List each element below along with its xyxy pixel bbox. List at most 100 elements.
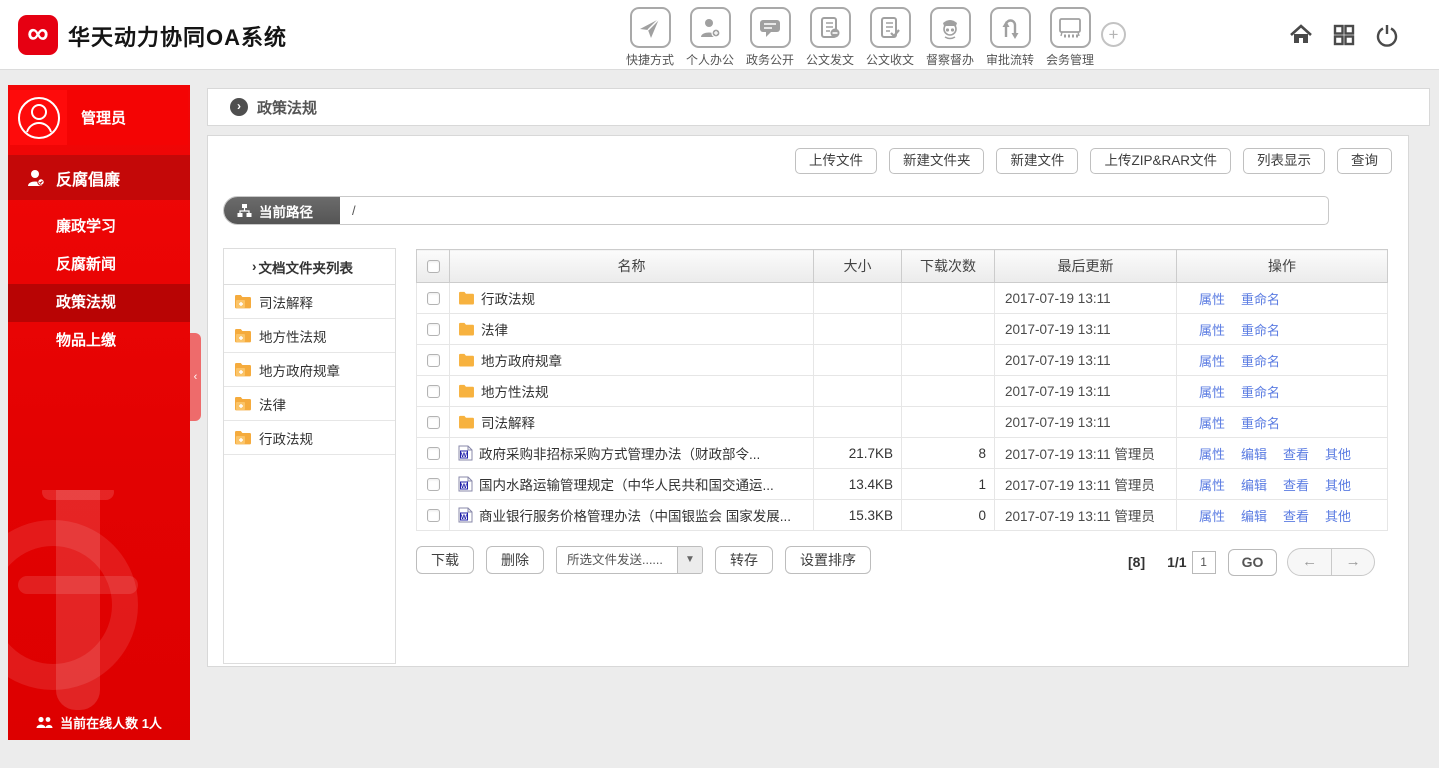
page-arrows: ← → bbox=[1287, 548, 1375, 576]
svg-text:W: W bbox=[461, 514, 468, 521]
apps-grid-icon[interactable] bbox=[1332, 23, 1356, 47]
op-properties[interactable]: 属性 bbox=[1199, 509, 1225, 524]
page-number-input[interactable] bbox=[1192, 551, 1216, 574]
op-rename[interactable]: 重命名 bbox=[1241, 416, 1280, 431]
transfer-button[interactable]: 转存 bbox=[715, 546, 773, 574]
op-properties[interactable]: 属性 bbox=[1199, 323, 1225, 338]
sidebar-menu-anticorruption[interactable]: 反腐倡廉 bbox=[8, 155, 190, 200]
chevron-left-icon: ‹ bbox=[194, 371, 198, 383]
item-name[interactable]: 国内水路运输管理规定（中华人民共和国交通运... bbox=[479, 474, 774, 494]
dropdown-caret-icon[interactable]: ▼ bbox=[677, 547, 702, 573]
page-title: 政策法规 bbox=[257, 97, 317, 118]
sidebar-item-lianzhengxuexi[interactable]: 廉政学习 bbox=[8, 208, 190, 246]
app-window: ∞ 华天动力协同OA系统 快捷方式 个人办公 政务公开 bbox=[0, 0, 1439, 768]
item-name[interactable]: 司法解释 bbox=[481, 412, 535, 432]
folder-tree-header[interactable]: ›文档文件夹列表 bbox=[224, 249, 395, 285]
nav-item-approval-flow[interactable]: 审批流转 bbox=[980, 7, 1040, 68]
row-checkbox[interactable] bbox=[427, 416, 440, 429]
download-button[interactable]: 下载 bbox=[416, 546, 474, 574]
sidebar-item-wupinshangjiao[interactable]: 物品上缴 bbox=[8, 322, 190, 360]
sidebar-collapse-handle[interactable]: ‹ bbox=[190, 333, 201, 421]
content-panel: 上传文件 新建文件夹 新建文件 上传ZIP&RAR文件 列表显示 查询 当前路径… bbox=[207, 135, 1409, 667]
op-other[interactable]: 其他 bbox=[1325, 447, 1351, 462]
go-button[interactable]: GO bbox=[1228, 549, 1278, 576]
svg-text:W: W bbox=[461, 452, 468, 459]
query-button[interactable]: 查询 bbox=[1337, 148, 1392, 174]
op-rename[interactable]: 重命名 bbox=[1241, 323, 1280, 338]
list-view-button[interactable]: 列表显示 bbox=[1243, 148, 1325, 174]
item-name[interactable]: 政府采购非招标采购方式管理办法（财政部令... bbox=[479, 443, 760, 463]
op-properties[interactable]: 属性 bbox=[1199, 416, 1225, 431]
op-properties[interactable]: 属性 bbox=[1199, 292, 1225, 307]
paper-plane-icon bbox=[630, 7, 671, 48]
op-other[interactable]: 其他 bbox=[1325, 478, 1351, 493]
item-name[interactable]: 商业银行服务价格管理办法（中国银监会 国家发展... bbox=[479, 505, 791, 525]
op-rename[interactable]: 重命名 bbox=[1241, 354, 1280, 369]
user-name: 管理员 bbox=[67, 90, 188, 145]
nav-item-doc-dispatch[interactable]: 公文发文 bbox=[800, 7, 860, 68]
item-name[interactable]: 法律 bbox=[481, 319, 508, 339]
power-icon[interactable] bbox=[1375, 23, 1399, 47]
item-name[interactable]: 地方政府规章 bbox=[481, 350, 562, 370]
op-properties[interactable]: 属性 bbox=[1199, 385, 1225, 400]
total-count: [8] bbox=[1128, 554, 1145, 570]
top-header: ∞ 华天动力协同OA系统 快捷方式 个人办公 政务公开 bbox=[0, 0, 1439, 70]
row-checkbox[interactable] bbox=[427, 509, 440, 522]
next-page-icon[interactable]: → bbox=[1332, 549, 1375, 575]
op-edit[interactable]: 编辑 bbox=[1241, 478, 1267, 493]
op-view[interactable]: 查看 bbox=[1283, 478, 1309, 493]
sitemap-icon bbox=[237, 203, 252, 218]
op-other[interactable]: 其他 bbox=[1325, 509, 1351, 524]
word-doc-icon: W bbox=[458, 476, 473, 492]
row-checkbox[interactable] bbox=[427, 478, 440, 491]
nav-item-personal-office[interactable]: 个人办公 bbox=[680, 7, 740, 68]
meeting-board-icon bbox=[1050, 7, 1091, 48]
row-checkbox[interactable] bbox=[427, 323, 440, 336]
prev-page-icon[interactable]: ← bbox=[1288, 549, 1332, 575]
folder-item-difangzhengfuguizhang[interactable]: 地方政府规章 bbox=[224, 353, 395, 387]
send-to-dropdown[interactable]: 所选文件发送...... ▼ bbox=[556, 546, 703, 574]
folder-item-difangxingfagui[interactable]: 地方性法规 bbox=[224, 319, 395, 353]
op-properties[interactable]: 属性 bbox=[1199, 354, 1225, 369]
sidebar-item-fanfuxinwen[interactable]: 反腐新闻 bbox=[8, 246, 190, 284]
row-checkbox[interactable] bbox=[427, 292, 440, 305]
item-name[interactable]: 行政法规 bbox=[481, 288, 535, 308]
row-checkbox[interactable] bbox=[427, 447, 440, 460]
nav-item-meeting-mgmt[interactable]: 会务管理 bbox=[1040, 7, 1100, 68]
folder-item-falv[interactable]: 法律 bbox=[224, 387, 395, 421]
op-edit[interactable]: 编辑 bbox=[1241, 509, 1267, 524]
set-order-button[interactable]: 设置排序 bbox=[785, 546, 871, 574]
nav-item-supervision[interactable]: 督察督办 bbox=[920, 7, 980, 68]
upload-zip-button[interactable]: 上传ZIP&RAR文件 bbox=[1090, 148, 1231, 174]
nav-item-doc-receive[interactable]: 公文收文 bbox=[860, 7, 920, 68]
user-block[interactable]: 管理员 bbox=[10, 90, 188, 145]
add-shortcut-icon[interactable]: + bbox=[1101, 22, 1126, 47]
folder-item-xingzhengfagui[interactable]: 行政法规 bbox=[224, 421, 395, 455]
op-properties[interactable]: 属性 bbox=[1199, 478, 1225, 493]
table-row: 地方政府规章 2017-07-19 13:11 属性重命名 bbox=[417, 345, 1388, 376]
folder-icon bbox=[458, 291, 475, 305]
home-icon[interactable] bbox=[1289, 23, 1313, 47]
folder-item-sifajieshi[interactable]: 司法解释 bbox=[224, 285, 395, 319]
upload-file-button[interactable]: 上传文件 bbox=[795, 148, 877, 174]
select-all-checkbox[interactable] bbox=[427, 260, 440, 273]
row-checkbox[interactable] bbox=[427, 354, 440, 367]
sidebar-item-zhengcefagui[interactable]: 政策法规 bbox=[8, 284, 190, 322]
new-file-button[interactable]: 新建文件 bbox=[996, 148, 1078, 174]
delete-button[interactable]: 删除 bbox=[486, 546, 544, 574]
row-checkbox[interactable] bbox=[427, 385, 440, 398]
col-size: 大小 bbox=[814, 250, 902, 283]
op-properties[interactable]: 属性 bbox=[1199, 447, 1225, 462]
nav-item-gov-affairs[interactable]: 政务公开 bbox=[740, 7, 800, 68]
op-rename[interactable]: 重命名 bbox=[1241, 292, 1280, 307]
op-rename[interactable]: 重命名 bbox=[1241, 385, 1280, 400]
new-folder-button[interactable]: 新建文件夹 bbox=[889, 148, 985, 174]
nav-item-shortcut[interactable]: 快捷方式 bbox=[620, 7, 680, 68]
sidebar: 管理员 反腐倡廉 廉政学习 反腐新闻 政策法规 物品上缴 ‹ 当前在线人数 1人 bbox=[8, 85, 190, 740]
op-edit[interactable]: 编辑 bbox=[1241, 447, 1267, 462]
op-view[interactable]: 查看 bbox=[1283, 447, 1309, 462]
item-name[interactable]: 地方性法规 bbox=[481, 381, 549, 401]
op-view[interactable]: 查看 bbox=[1283, 509, 1309, 524]
pillar-decoration bbox=[8, 490, 190, 710]
current-path-value[interactable]: / bbox=[340, 197, 1328, 224]
